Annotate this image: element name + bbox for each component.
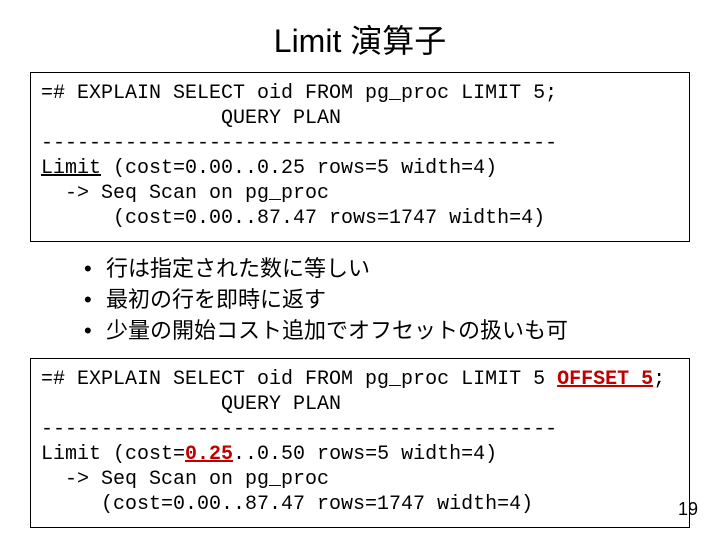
slide-title: Limit 演算子 bbox=[0, 16, 720, 62]
bullet-item: 最初の行を即時に返す bbox=[84, 285, 690, 316]
code-keyword-limit: Limit bbox=[41, 157, 101, 180]
code-line: ----------------------------------------… bbox=[41, 418, 557, 441]
code-line: ----------------------------------------… bbox=[41, 132, 557, 155]
page-number: 19 bbox=[678, 499, 698, 520]
code-keyword-offset: OFFSET 5 bbox=[557, 368, 653, 391]
code-line: (cost=0.00..0.25 rows=5 width=4) bbox=[101, 157, 497, 180]
code-line: =# EXPLAIN SELECT oid FROM pg_proc LIMIT… bbox=[41, 368, 557, 391]
code-line: QUERY PLAN bbox=[41, 393, 341, 416]
code-line: (cost=0.00..87.47 rows=1747 width=4) bbox=[41, 207, 545, 230]
code-line: -> Seq Scan on pg_proc bbox=[41, 182, 329, 205]
code-line: ; bbox=[653, 368, 665, 391]
code-line: QUERY PLAN bbox=[41, 107, 341, 130]
bullet-list: 行は指定された数に等しい 最初の行を即時に返す 少量の開始コスト追加でオフセット… bbox=[44, 254, 690, 346]
code-line: ..0.50 rows=5 width=4) bbox=[233, 443, 497, 466]
code-cost-start: 0.25 bbox=[185, 443, 233, 466]
code-block-1: =# EXPLAIN SELECT oid FROM pg_proc LIMIT… bbox=[30, 72, 690, 242]
code-line: =# EXPLAIN SELECT oid FROM pg_proc LIMIT… bbox=[41, 82, 557, 105]
code-line: -> Seq Scan on pg_proc bbox=[41, 468, 329, 491]
code-line: Limit (cost= bbox=[41, 443, 185, 466]
code-line: (cost=0.00..87.47 rows=1747 width=4) bbox=[41, 493, 533, 516]
code-block-2: =# EXPLAIN SELECT oid FROM pg_proc LIMIT… bbox=[30, 358, 690, 528]
bullet-item: 行は指定された数に等しい bbox=[84, 254, 690, 285]
bullet-item: 少量の開始コスト追加でオフセットの扱いも可 bbox=[84, 316, 690, 347]
